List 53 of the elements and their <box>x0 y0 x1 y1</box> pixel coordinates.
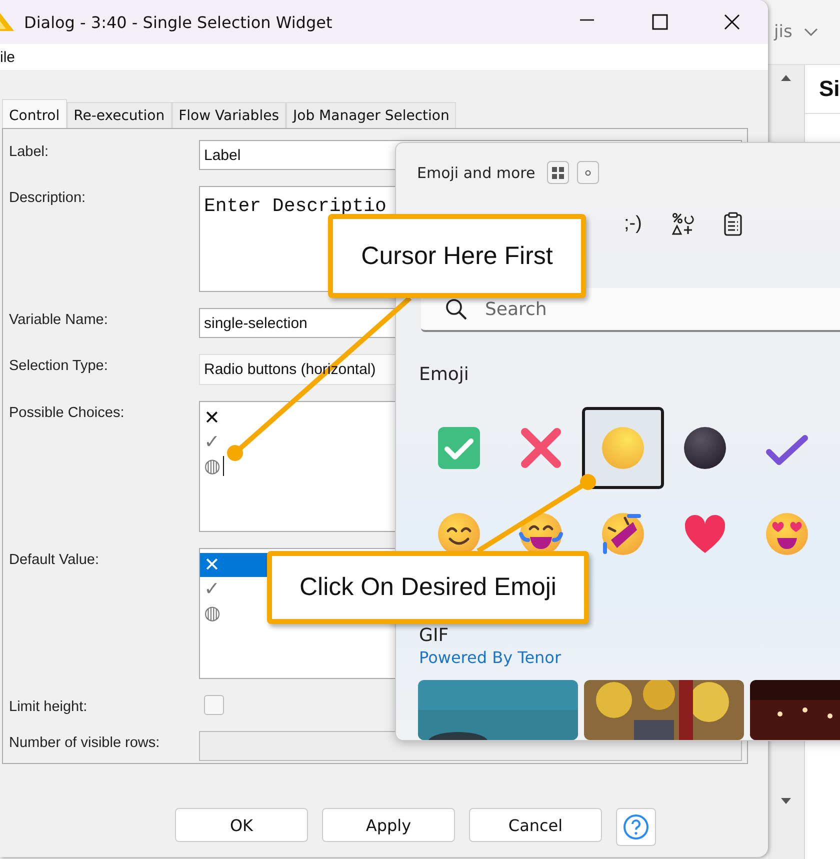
panel-title: Emoji and more <box>417 164 536 182</box>
help-icon <box>623 814 649 840</box>
column-header: Si <box>819 76 840 102</box>
list-item[interactable]: ◍ <box>200 601 221 625</box>
maximize-icon[interactable] <box>652 14 668 30</box>
field-label: Possible Choices: <box>9 404 126 423</box>
ok-button[interactable]: OK <box>175 808 308 842</box>
search-placeholder: Search <box>485 298 547 320</box>
app-logo-icon <box>0 11 16 33</box>
scroll-down-icon[interactable] <box>781 798 791 804</box>
tenor-link[interactable]: Powered By Tenor <box>419 648 562 667</box>
dialog-button[interactable]: Cancel <box>469 808 602 842</box>
field-label: Description: <box>9 189 87 208</box>
close-icon[interactable] <box>724 14 740 30</box>
search-icon <box>445 298 467 320</box>
field-label: Limit height: <box>9 698 88 715</box>
search-field[interactable]: Search <box>421 288 840 332</box>
list-item[interactable]: ✓ <box>200 577 220 601</box>
field-label: Number of visible rows: <box>9 734 161 753</box>
field-label: Variable Name: <box>9 311 109 330</box>
tab[interactable]: Re-execution <box>66 102 172 128</box>
field-label: Label: <box>9 143 50 162</box>
rolling-laughing-face-icon <box>599 510 647 558</box>
emoji-button[interactable] <box>582 407 664 489</box>
clipboard-icon[interactable] <box>724 212 742 236</box>
tab[interactable]: Flow Variables <box>172 102 286 128</box>
grid-icon[interactable] <box>552 166 564 178</box>
circle-icon <box>599 424 647 472</box>
checkbox[interactable] <box>204 695 224 715</box>
dialog-button[interactable]: Apply <box>322 808 455 842</box>
chevron-down-icon[interactable] <box>804 28 818 36</box>
menu-item[interactable]: ile <box>0 48 16 66</box>
list-item[interactable]: ✕ <box>200 406 220 430</box>
tab[interactable]: Job Manager Selection <box>286 102 456 128</box>
tab[interactable]: Control <box>2 99 67 128</box>
section-heading: GIF <box>419 626 450 646</box>
list-item[interactable]: ✓ <box>200 430 220 454</box>
circle-icon <box>681 424 729 472</box>
heart-eyes-face-icon <box>763 510 811 558</box>
emoticon-tab[interactable]: ;-) <box>620 213 646 236</box>
window-title: Dialog - 3:40 - Single Selection Widget <box>24 12 334 32</box>
callout: Cursor Here First <box>328 214 586 298</box>
field-label: Default Value: <box>9 551 100 570</box>
check-square-icon <box>435 424 483 472</box>
symbols-icon[interactable] <box>672 213 694 236</box>
list-item[interactable]: ◍ <box>200 454 221 478</box>
help-button[interactable] <box>616 808 656 846</box>
field-label: Selection Type: <box>9 357 109 376</box>
section-heading: Emoji <box>419 364 470 385</box>
tab-label: jis <box>774 22 792 42</box>
callout: Click On Desired Emoji <box>267 551 589 624</box>
scroll-up-icon[interactable] <box>781 75 791 81</box>
dot-icon[interactable] <box>585 170 592 176</box>
